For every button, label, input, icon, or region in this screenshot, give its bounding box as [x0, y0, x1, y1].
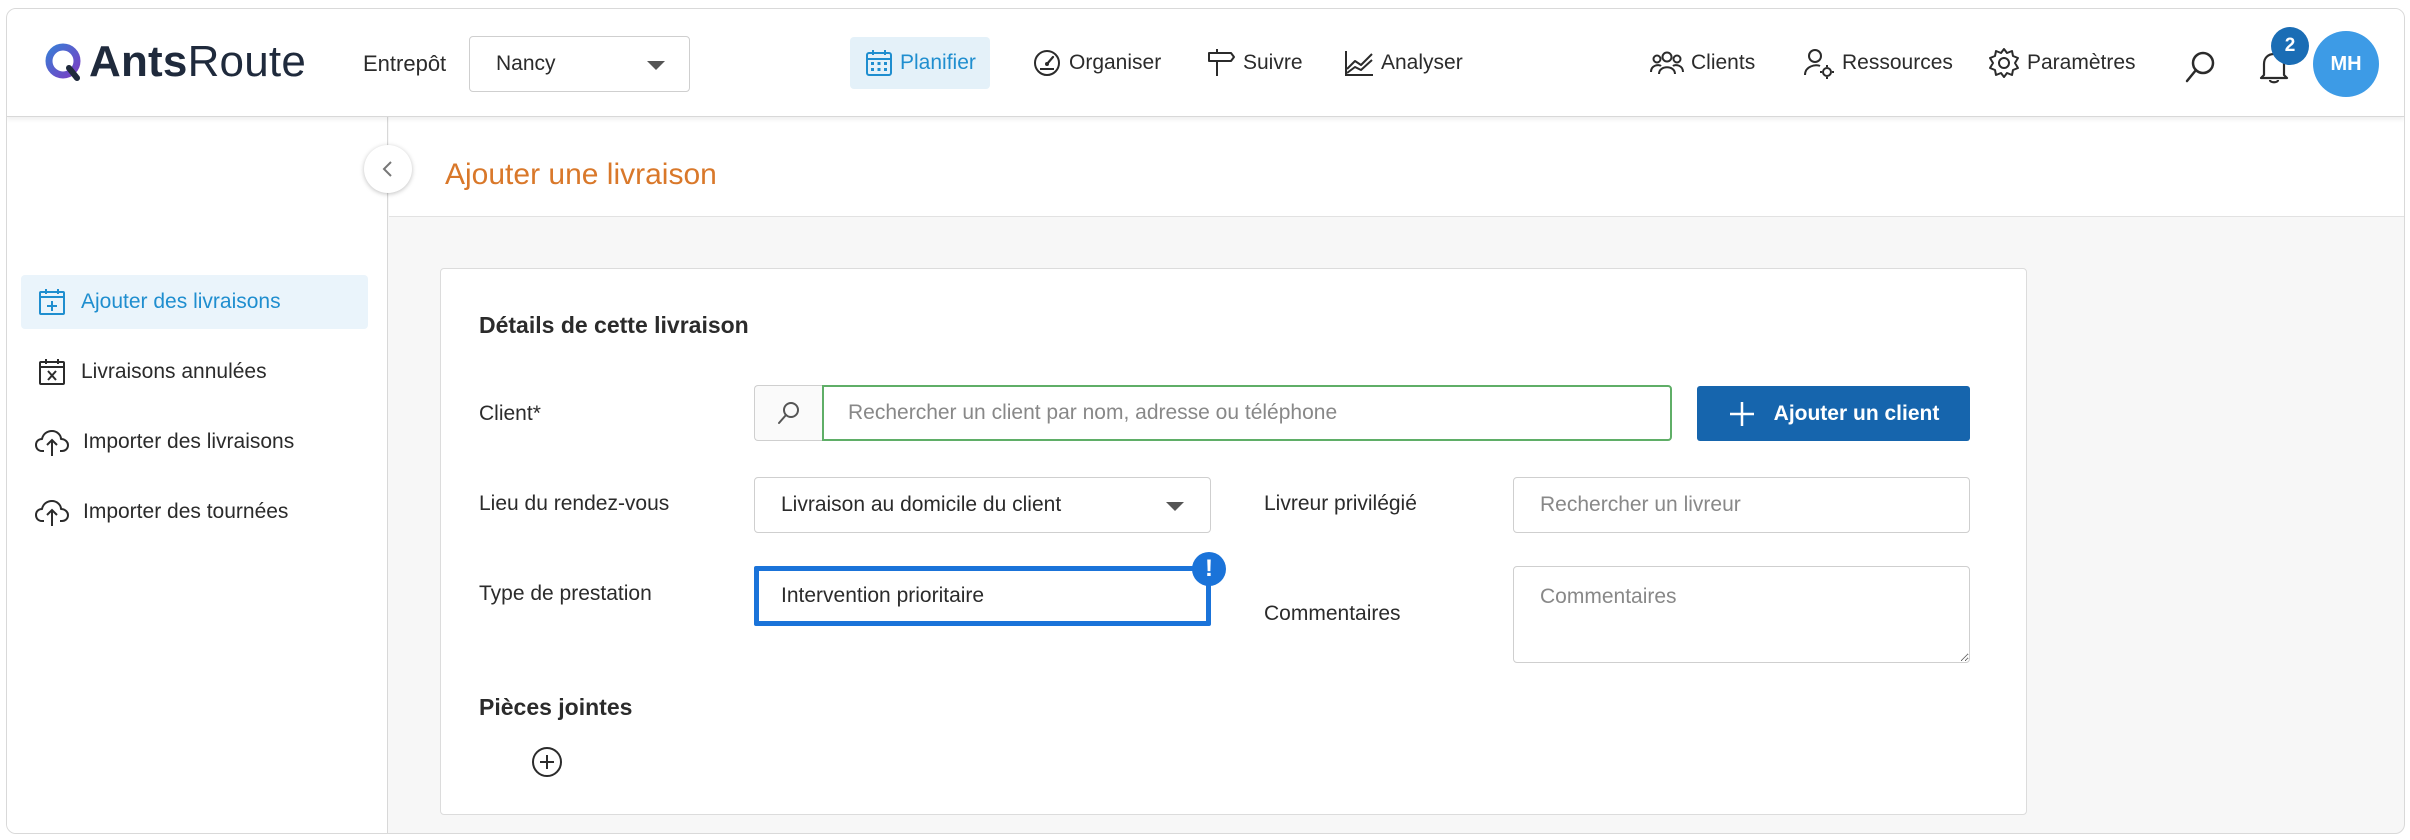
nav-parametres[interactable]: Paramètres	[1987, 37, 2136, 89]
user-gear-icon	[1804, 49, 1834, 79]
chevron-left-icon	[382, 161, 392, 177]
nav-ressources[interactable]: Ressources	[1802, 37, 1953, 89]
plus-icon	[1729, 401, 1754, 426]
sidebar-item-importer-tournees[interactable]: Importer des tournées	[19, 485, 366, 539]
search-button[interactable]	[2183, 49, 2219, 85]
calendar-add-icon	[39, 289, 65, 315]
add-attachment-button[interactable]	[530, 745, 564, 779]
nav-label: Clients	[1691, 51, 1756, 74]
notification-badge: 2	[2271, 27, 2309, 65]
page-header: Ajouter une livraison	[389, 117, 2404, 217]
add-client-button[interactable]: Ajouter un client	[1697, 386, 1970, 441]
warehouse-value: Nancy	[496, 52, 556, 75]
comments-textarea[interactable]	[1513, 566, 1970, 663]
nav-label: Analyser	[1381, 51, 1463, 74]
nav-suivre[interactable]: Suivre	[1205, 37, 1303, 89]
warehouse-label: Entrepôt	[363, 51, 447, 76]
sidebar-item-ajouter-livraisons[interactable]: Ajouter des livraisons	[21, 275, 368, 329]
sidebar-item-label: Importer des livraisons	[83, 430, 295, 453]
nav-organiser[interactable]: Organiser	[1031, 37, 1161, 89]
location-select[interactable]: Livraison au domicile du client	[754, 477, 1211, 533]
driver-search-input[interactable]	[1513, 477, 1970, 533]
sidebar: Ajouter des livraisons Livraisons annulé…	[7, 117, 388, 833]
top-header: AntsRoute Entrepôt Nancy Planifier Organ…	[7, 9, 2404, 117]
page-title: Ajouter une livraison	[445, 158, 717, 191]
sidebar-item-label: Importer des tournées	[83, 500, 289, 523]
app-logo[interactable]: AntsRoute	[43, 39, 306, 85]
plus-circle-icon	[532, 747, 562, 777]
chart-icon	[1345, 51, 1373, 76]
client-search-addon[interactable]	[754, 385, 822, 441]
logo-icon	[45, 43, 81, 81]
client-search-input[interactable]	[822, 385, 1672, 441]
chevron-down-icon	[1166, 502, 1184, 511]
app-window: AntsRoute Entrepôt Nancy Planifier Organ…	[6, 8, 2405, 834]
search-icon	[2185, 51, 2215, 83]
nav-analyser[interactable]: Analyser	[1343, 37, 1463, 89]
signpost-icon	[1208, 49, 1235, 76]
location-value: Livraison au domicile du client	[781, 493, 1062, 516]
service-type-label: Type de prestation	[479, 582, 652, 605]
users-icon	[1650, 51, 1684, 75]
sidebar-item-label: Livraisons annulées	[81, 360, 267, 383]
section-title: Détails de cette livraison	[479, 312, 749, 338]
location-label: Lieu du rendez-vous	[479, 492, 670, 515]
gear-icon	[1989, 48, 2019, 78]
warehouse-select[interactable]: Nancy	[469, 36, 690, 92]
driver-label: Livreur privilégié	[1264, 492, 1417, 515]
sidebar-item-livraisons-annulees[interactable]: Livraisons annulées	[21, 345, 368, 399]
client-label: Client*	[479, 402, 541, 425]
service-type-input[interactable]	[754, 566, 1211, 626]
nav-label: Ressources	[1842, 51, 1953, 74]
avatar[interactable]: MH	[2313, 31, 2379, 97]
gauge-icon	[1034, 50, 1060, 76]
add-client-label: Ajouter un client	[1773, 401, 1940, 425]
sidebar-item-importer-livraisons[interactable]: Importer des livraisons	[19, 415, 366, 469]
nav-label: Organiser	[1069, 51, 1162, 74]
alert-icon: !	[1192, 552, 1226, 586]
sidebar-item-label: Ajouter des livraisons	[81, 290, 281, 313]
nav-label: Planifier	[900, 51, 976, 74]
delivery-details-card: Détails de cette livraison Client* Ajout…	[440, 268, 2027, 815]
cloud-upload-icon	[35, 430, 69, 456]
nav-label: Paramètres	[2027, 51, 2136, 74]
search-icon	[777, 402, 799, 424]
nav-planifier[interactable]: Planifier	[850, 37, 990, 89]
chevron-down-icon	[647, 61, 665, 70]
logo-wordmark: AntsRoute	[89, 37, 306, 86]
calendar-cancel-icon	[39, 359, 65, 385]
nav-label: Suivre	[1243, 51, 1303, 74]
attachments-title: Pièces jointes	[479, 694, 633, 720]
comments-label: Commentaires	[1264, 602, 1401, 625]
cloud-upload-icon	[35, 500, 69, 526]
calendar-icon	[866, 50, 892, 76]
sidebar-collapse-button[interactable]	[364, 145, 412, 193]
nav-clients[interactable]: Clients	[1649, 37, 1755, 89]
